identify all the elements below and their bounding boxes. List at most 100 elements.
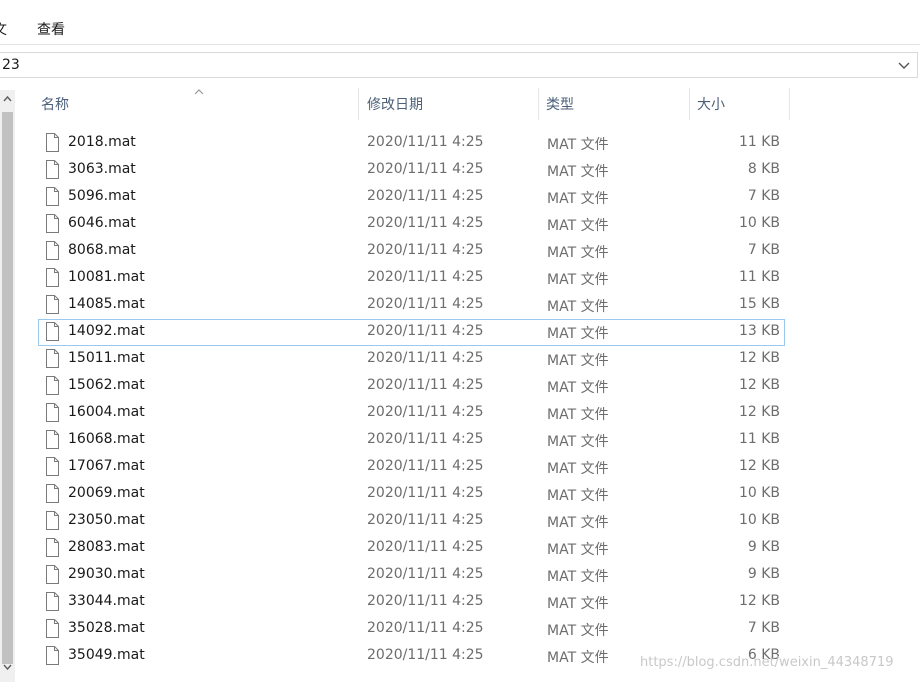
file-row[interactable]: 2018.mat 2020/11/11 4:25 MAT 文件 11 KB bbox=[38, 130, 798, 157]
file-name[interactable]: 15062.mat bbox=[68, 377, 145, 393]
file-name[interactable]: 14092.mat bbox=[68, 323, 145, 339]
file-name[interactable]: 8068.mat bbox=[68, 242, 136, 258]
file-modified-date: 2020/11/11 4:25 bbox=[367, 242, 484, 258]
file-type: MAT 文件 bbox=[547, 272, 609, 288]
scroll-up-icon[interactable] bbox=[2, 94, 13, 105]
file-row[interactable]: 8068.mat 2020/11/11 4:25 MAT 文件 7 KB bbox=[38, 238, 798, 265]
file-row[interactable]: 14092.mat 2020/11/11 4:25 MAT 文件 13 KB bbox=[38, 319, 785, 346]
file-name[interactable]: 3063.mat bbox=[68, 161, 136, 177]
file-row[interactable]: 33044.mat 2020/11/11 4:25 MAT 文件 12 KB bbox=[38, 589, 798, 616]
document-icon bbox=[46, 619, 59, 638]
file-type: MAT 文件 bbox=[547, 164, 609, 180]
column-divider[interactable] bbox=[358, 88, 359, 120]
file-modified-date: 2020/11/11 4:25 bbox=[367, 296, 484, 312]
file-type: MAT 文件 bbox=[547, 245, 609, 261]
scrollbar-thumb[interactable] bbox=[2, 112, 13, 664]
file-row[interactable]: 17067.mat 2020/11/11 4:25 MAT 文件 12 KB bbox=[38, 454, 798, 481]
file-type: MAT 文件 bbox=[547, 569, 609, 585]
document-icon bbox=[46, 241, 59, 260]
file-type: MAT 文件 bbox=[547, 218, 609, 234]
address-bar[interactable]: 23 bbox=[0, 52, 918, 78]
file-type: MAT 文件 bbox=[547, 650, 609, 666]
document-icon bbox=[46, 214, 59, 233]
file-type: MAT 文件 bbox=[547, 407, 609, 423]
file-size: 11 KB bbox=[738, 431, 780, 447]
document-icon bbox=[46, 295, 59, 314]
column-divider[interactable] bbox=[789, 88, 790, 120]
file-name[interactable]: 35028.mat bbox=[68, 620, 145, 636]
document-icon bbox=[46, 187, 59, 206]
file-name[interactable]: 28083.mat bbox=[68, 539, 145, 555]
file-name[interactable]: 14085.mat bbox=[68, 296, 145, 312]
file-name[interactable]: 2018.mat bbox=[68, 134, 136, 150]
file-size: 12 KB bbox=[738, 458, 780, 474]
file-size: 11 KB bbox=[738, 134, 780, 150]
file-size: 13 KB bbox=[738, 323, 780, 339]
file-modified-date: 2020/11/11 4:25 bbox=[367, 269, 484, 285]
file-modified-date: 2020/11/11 4:25 bbox=[367, 188, 484, 204]
file-row[interactable]: 14085.mat 2020/11/11 4:25 MAT 文件 15 KB bbox=[38, 292, 798, 319]
file-size: 9 KB bbox=[747, 539, 780, 555]
file-row[interactable]: 28083.mat 2020/11/11 4:25 MAT 文件 9 KB bbox=[38, 535, 798, 562]
ribbon-tab-file[interactable]: 文 bbox=[0, 19, 7, 39]
document-icon bbox=[46, 376, 59, 395]
ribbon-tab-view[interactable]: 查看 bbox=[37, 19, 65, 39]
column-headers: 名称 修改日期 类型 大小 bbox=[15, 88, 920, 122]
file-modified-date: 2020/11/11 4:25 bbox=[367, 134, 484, 150]
file-name[interactable]: 10081.mat bbox=[68, 269, 145, 285]
file-type: MAT 文件 bbox=[547, 353, 609, 369]
document-icon bbox=[46, 484, 59, 503]
file-type: MAT 文件 bbox=[547, 596, 609, 612]
file-name[interactable]: 35049.mat bbox=[68, 647, 145, 663]
file-modified-date: 2020/11/11 4:25 bbox=[367, 215, 484, 231]
column-header-name[interactable]: 名称 bbox=[41, 88, 69, 120]
file-name[interactable]: 17067.mat bbox=[68, 458, 145, 474]
file-row[interactable]: 29030.mat 2020/11/11 4:25 MAT 文件 9 KB bbox=[38, 562, 798, 589]
file-name[interactable]: 5096.mat bbox=[68, 188, 136, 204]
column-header-modified[interactable]: 修改日期 bbox=[367, 88, 423, 120]
file-row[interactable]: 5096.mat 2020/11/11 4:25 MAT 文件 7 KB bbox=[38, 184, 798, 211]
file-row[interactable]: 10081.mat 2020/11/11 4:25 MAT 文件 11 KB bbox=[38, 265, 798, 292]
column-divider[interactable] bbox=[538, 88, 539, 120]
file-name[interactable]: 6046.mat bbox=[68, 215, 136, 231]
file-size: 7 KB bbox=[747, 188, 780, 204]
document-icon bbox=[46, 349, 59, 368]
file-type: MAT 文件 bbox=[547, 488, 609, 504]
file-row[interactable]: 20069.mat 2020/11/11 4:25 MAT 文件 10 KB bbox=[38, 481, 798, 508]
file-name[interactable]: 33044.mat bbox=[68, 593, 145, 609]
file-type: MAT 文件 bbox=[547, 542, 609, 558]
file-row[interactable]: 35028.mat 2020/11/11 4:25 MAT 文件 7 KB bbox=[38, 616, 798, 643]
column-divider[interactable] bbox=[689, 88, 690, 120]
file-modified-date: 2020/11/11 4:25 bbox=[367, 566, 484, 582]
file-modified-date: 2020/11/11 4:25 bbox=[367, 161, 484, 177]
column-header-size[interactable]: 大小 bbox=[697, 88, 725, 120]
file-row[interactable]: 23050.mat 2020/11/11 4:25 MAT 文件 10 KB bbox=[38, 508, 798, 535]
vertical-scrollbar[interactable] bbox=[0, 90, 15, 682]
file-name[interactable]: 15011.mat bbox=[68, 350, 145, 366]
file-name[interactable]: 29030.mat bbox=[68, 566, 145, 582]
file-name[interactable]: 20069.mat bbox=[68, 485, 145, 501]
scroll-down-icon[interactable] bbox=[2, 661, 13, 672]
document-icon bbox=[46, 430, 59, 449]
file-modified-date: 2020/11/11 4:25 bbox=[367, 350, 484, 366]
file-name[interactable]: 16068.mat bbox=[68, 431, 145, 447]
file-name[interactable]: 23050.mat bbox=[68, 512, 145, 528]
file-row[interactable]: 15011.mat 2020/11/11 4:25 MAT 文件 12 KB bbox=[38, 346, 798, 373]
file-row[interactable]: 3063.mat 2020/11/11 4:25 MAT 文件 8 KB bbox=[38, 157, 798, 184]
file-type: MAT 文件 bbox=[547, 515, 609, 531]
chevron-down-icon[interactable] bbox=[897, 58, 911, 72]
document-icon bbox=[46, 160, 59, 179]
file-row[interactable]: 6046.mat 2020/11/11 4:25 MAT 文件 10 KB bbox=[38, 211, 798, 238]
file-row[interactable]: 16004.mat 2020/11/11 4:25 MAT 文件 12 KB bbox=[38, 400, 798, 427]
address-path[interactable]: 23 bbox=[2, 57, 20, 73]
file-modified-date: 2020/11/11 4:25 bbox=[367, 539, 484, 555]
file-size: 7 KB bbox=[747, 620, 780, 636]
file-modified-date: 2020/11/11 4:25 bbox=[367, 647, 484, 663]
file-size: 10 KB bbox=[738, 215, 780, 231]
file-name[interactable]: 16004.mat bbox=[68, 404, 145, 420]
file-row[interactable]: 16068.mat 2020/11/11 4:25 MAT 文件 11 KB bbox=[38, 427, 798, 454]
file-size: 12 KB bbox=[738, 350, 780, 366]
file-row[interactable]: 15062.mat 2020/11/11 4:25 MAT 文件 12 KB bbox=[38, 373, 798, 400]
column-header-type[interactable]: 类型 bbox=[546, 88, 574, 120]
file-type: MAT 文件 bbox=[547, 380, 609, 396]
